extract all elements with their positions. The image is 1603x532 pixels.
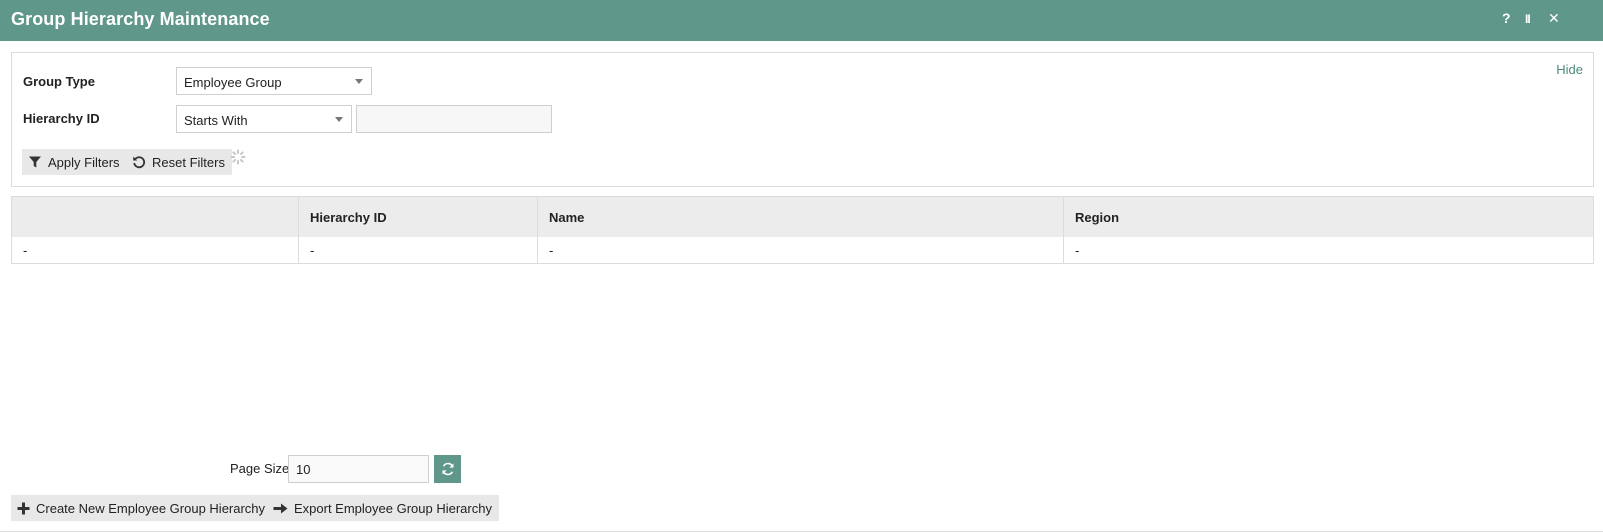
column-header-select[interactable] [12, 197, 299, 237]
table-cell: - [299, 237, 538, 263]
grid-header: Hierarchy ID Name Region [12, 197, 1593, 237]
apply-filters-button[interactable]: Apply Filters [22, 149, 127, 175]
hierarchy-id-operator-select[interactable]: Starts With [176, 105, 352, 133]
reset-filters-button[interactable]: Reset Filters [126, 149, 232, 175]
table-row[interactable]: - - - - [12, 237, 1593, 263]
title-bar: Group Hierarchy Maintenance ? II ✕ [0, 0, 1603, 41]
arrow-right-icon [273, 503, 288, 513]
table-cell: - [1075, 242, 1080, 258]
pause-icon[interactable]: II [1525, 12, 1531, 26]
group-type-label: Group Type [23, 74, 95, 89]
hierarchy-id-operator-value: Starts With [184, 113, 248, 128]
window-title: Group Hierarchy Maintenance [11, 9, 270, 29]
page-size-label: Page Size [230, 461, 290, 476]
hide-filters-link[interactable]: Hide [1556, 62, 1583, 77]
create-hierarchy-label: Create New Employee Group Hierarchy [36, 500, 266, 516]
group-type-select[interactable]: Employee Group [176, 67, 372, 95]
filter-icon [29, 156, 41, 168]
group-type-value: Employee Group [184, 75, 282, 90]
spinner-icon [230, 149, 246, 165]
chevron-down-icon [355, 79, 363, 84]
hierarchy-id-label: Hierarchy ID [23, 111, 100, 126]
help-icon[interactable]: ? [1502, 10, 1511, 26]
apply-filters-label: Apply Filters [48, 154, 120, 170]
plus-icon [17, 502, 30, 514]
table-cell: - [12, 237, 299, 263]
filter-panel: Hide Group Type Employee Group Hierarchy… [11, 52, 1594, 187]
column-header-hierarchy-id[interactable]: Hierarchy ID [299, 197, 538, 237]
create-hierarchy-button[interactable]: Create New Employee Group Hierarchy [11, 495, 273, 521]
column-header-region[interactable]: Region [1064, 197, 1593, 237]
hierarchy-id-input[interactable] [356, 105, 552, 133]
reset-filters-label: Reset Filters [152, 154, 225, 170]
refresh-button[interactable] [434, 455, 461, 483]
page-size-input[interactable]: 10 [288, 455, 429, 483]
table-cell: - [538, 237, 1064, 263]
export-hierarchy-label: Export Employee Group Hierarchy [294, 500, 492, 516]
chevron-down-icon [335, 117, 343, 122]
reset-icon [133, 156, 146, 169]
hierarchy-grid: Hierarchy ID Name Region - - - - [11, 196, 1594, 264]
close-icon[interactable]: ✕ [1548, 10, 1560, 27]
refresh-icon [441, 462, 454, 476]
export-hierarchy-button[interactable]: Export Employee Group Hierarchy [267, 495, 499, 521]
column-header-name[interactable]: Name [538, 197, 1064, 237]
